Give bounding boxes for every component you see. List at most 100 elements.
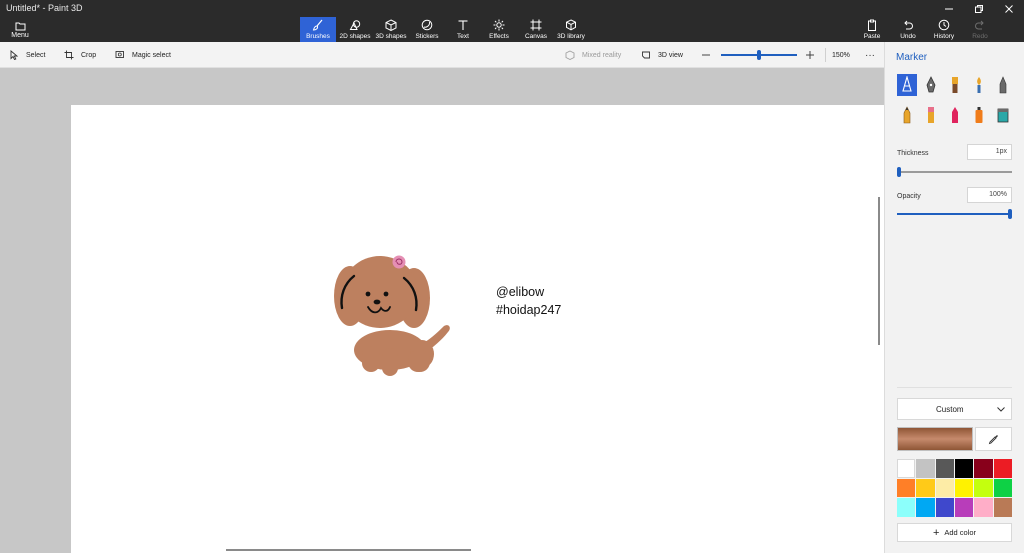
- add-color-button[interactable]: + Add color: [897, 523, 1012, 542]
- color-swatch[interactable]: [993, 498, 1012, 517]
- zoom-out-button[interactable]: [701, 42, 711, 68]
- tab-brushes[interactable]: Brushes: [300, 17, 336, 42]
- crop-icon: [64, 50, 74, 60]
- current-color-preview[interactable]: [897, 427, 973, 451]
- brush-crayon[interactable]: [945, 104, 965, 126]
- color-swatch[interactable]: [974, 498, 993, 517]
- brush-fill[interactable]: [993, 104, 1013, 126]
- brush-marker[interactable]: [897, 74, 917, 96]
- undo-button[interactable]: Undo: [894, 17, 922, 42]
- canvas-text-hashtag[interactable]: #hoidap247: [496, 303, 561, 317]
- thickness-input[interactable]: 1px: [967, 144, 1012, 160]
- color-swatch[interactable]: [993, 459, 1012, 478]
- menu-button[interactable]: Menu: [0, 17, 40, 42]
- zoom-value[interactable]: 150%: [832, 42, 850, 68]
- 3d-shapes-icon: [385, 19, 397, 31]
- zoom-slider[interactable]: [721, 50, 797, 60]
- tab-canvas[interactable]: Canvas: [521, 17, 551, 42]
- thickness-label: Thickness: [897, 150, 929, 157]
- plus-icon: +: [932, 526, 940, 539]
- mixed-reality-button[interactable]: Mixed reality: [565, 42, 621, 68]
- mixed-reality-label: Mixed reality: [582, 51, 622, 59]
- restore-button[interactable]: [964, 0, 994, 17]
- color-swatch[interactable]: [935, 459, 954, 478]
- restore-icon: [975, 4, 983, 13]
- toolbar-divider: [825, 48, 826, 62]
- 3d-view-icon: [642, 51, 650, 59]
- color-swatch[interactable]: [916, 459, 935, 478]
- close-button[interactable]: [994, 0, 1024, 17]
- tab-2d-shapes[interactable]: 2D shapes: [338, 17, 372, 42]
- canvas-text-username[interactable]: @elibow: [496, 285, 544, 299]
- minimize-button[interactable]: [934, 0, 964, 17]
- select-label: Select: [26, 51, 46, 59]
- brush-pencil[interactable]: [897, 104, 917, 126]
- color-swatch[interactable]: [916, 478, 935, 498]
- color-mode-dropdown[interactable]: Custom: [897, 398, 1012, 420]
- opacity-thumb[interactable]: [1008, 209, 1012, 219]
- zoom-in-button[interactable]: [805, 42, 815, 68]
- opacity-input[interactable]: 100%: [967, 187, 1012, 203]
- eyedropper-button[interactable]: [975, 427, 1012, 451]
- 3d-library-icon: [566, 19, 576, 31]
- vertical-scrollbar[interactable]: [878, 197, 880, 345]
- thickness-track: [897, 171, 1012, 173]
- magic-select-button[interactable]: Magic select: [115, 42, 171, 68]
- color-swatch[interactable]: [916, 498, 935, 517]
- panel-divider: [897, 387, 1012, 388]
- crop-button[interactable]: Crop: [64, 42, 96, 68]
- crop-label: Crop: [81, 51, 97, 59]
- color-swatch[interactable]: [897, 478, 916, 498]
- color-swatch[interactable]: [955, 498, 974, 517]
- brush-eraser[interactable]: [921, 104, 941, 126]
- opacity-slider[interactable]: [897, 209, 1012, 219]
- magic-select-label: Magic select: [132, 51, 171, 59]
- color-swatch[interactable]: [955, 478, 974, 498]
- brush-spray-can[interactable]: [969, 104, 989, 126]
- panel-title: Marker: [896, 52, 928, 63]
- color-swatch[interactable]: [935, 498, 954, 517]
- tab-3d-shapes[interactable]: 3D shapes: [374, 17, 408, 42]
- effects-icon: [493, 19, 505, 31]
- brush-side-panel: Marker Thickness 1px Opacity 100% Custom…: [884, 42, 1024, 553]
- pixel-pen-icon: [999, 76, 1007, 94]
- fill-bucket-icon: [997, 108, 1009, 123]
- tab-label: 3D shapes: [375, 33, 407, 40]
- tab-effects[interactable]: Effects: [484, 17, 514, 42]
- color-swatch[interactable]: [974, 478, 993, 498]
- tab-3d-library[interactable]: 3D library: [556, 17, 586, 42]
- thickness-thumb[interactable]: [897, 167, 901, 177]
- 3d-view-button[interactable]: 3D view: [641, 42, 683, 68]
- brush-watercolor[interactable]: [969, 74, 989, 96]
- history-button[interactable]: History: [930, 17, 958, 42]
- brush-pixel-pen[interactable]: [993, 74, 1013, 96]
- color-swatch[interactable]: [935, 478, 954, 498]
- history-icon: [938, 19, 950, 31]
- crayon-icon: [952, 107, 958, 123]
- color-swatch[interactable]: [897, 459, 916, 478]
- color-swatch[interactable]: [897, 498, 916, 517]
- tab-stickers[interactable]: Stickers: [412, 17, 442, 42]
- chevron-down-icon: [997, 407, 1005, 412]
- drawing-canvas[interactable]: [71, 105, 884, 553]
- more-options-button[interactable]: ···: [862, 42, 878, 68]
- color-swatch[interactable]: [974, 459, 993, 478]
- color-swatch[interactable]: [955, 459, 974, 478]
- redo-label: Redo: [972, 33, 988, 40]
- tab-label: Brushes: [306, 33, 330, 40]
- select-button[interactable]: Select: [9, 42, 45, 68]
- horizontal-scrollbar[interactable]: [226, 549, 471, 551]
- color-swatch[interactable]: [993, 478, 1012, 498]
- brush-icon: [312, 19, 323, 31]
- brush-oil[interactable]: [945, 74, 965, 96]
- close-icon: [1005, 4, 1013, 13]
- 2d-shapes-icon: [349, 20, 361, 30]
- thickness-slider[interactable]: [897, 167, 1012, 177]
- tool-bar: Select Crop Magic select Mixed reality 3…: [0, 42, 884, 68]
- brush-calligraphy-pen[interactable]: [921, 74, 941, 96]
- tab-label: Canvas: [524, 33, 548, 40]
- zoom-thumb[interactable]: [757, 50, 761, 60]
- tab-text[interactable]: Text: [448, 17, 478, 42]
- redo-button[interactable]: Redo: [966, 17, 994, 42]
- paste-button[interactable]: Paste: [858, 17, 886, 42]
